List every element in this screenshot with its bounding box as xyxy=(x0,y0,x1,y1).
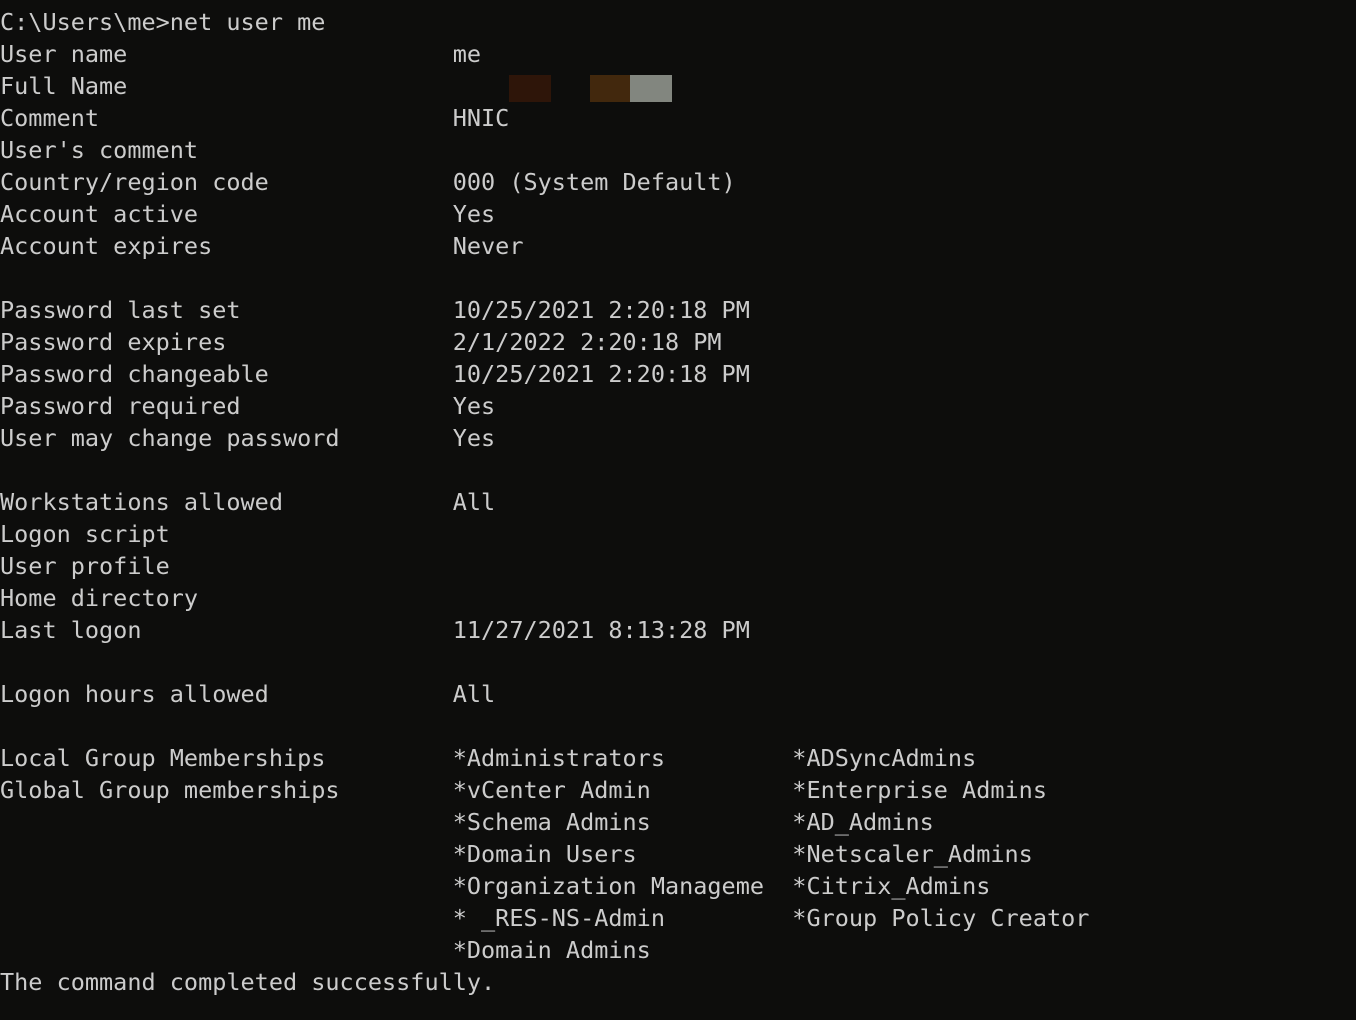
field-workstations-allowed: Workstations allowed All xyxy=(0,488,496,516)
field-user-may-change-password: User may change password Yes xyxy=(0,424,496,452)
field-full-name-row: Full Name xyxy=(0,70,1356,102)
field-comment: Comment HNIC xyxy=(0,104,510,132)
field-password-required: Password required Yes xyxy=(0,392,496,420)
command-prompt-window[interactable]: C:\Users\me>net user me User name me Ful… xyxy=(0,0,1356,1020)
field-users-comment: User's comment xyxy=(0,136,199,164)
membership-row: *Schema Admins *AD_Admins xyxy=(0,808,934,836)
redaction-block-3 xyxy=(630,75,672,102)
field-password-changeable: Password changeable 10/25/2021 2:20:18 P… xyxy=(0,360,750,388)
field-full-name: Full Name xyxy=(0,72,128,100)
field-country-region-code: Country/region code 000 (System Default) xyxy=(0,168,736,196)
field-account-active: Account active Yes xyxy=(0,200,496,228)
membership-row: *Organization Manageme *Citrix_Admins xyxy=(0,872,991,900)
terminal-output: C:\Users\me>net user me User name me Ful… xyxy=(0,6,1356,998)
field-password-expires: Password expires 2/1/2022 2:20:18 PM xyxy=(0,328,722,356)
field-account-expires: Account expires Never xyxy=(0,232,524,260)
redaction-block-2 xyxy=(590,75,630,102)
membership-row-global: Global Group memberships *vCenter Admin … xyxy=(0,776,1047,804)
field-user-profile: User profile xyxy=(0,552,170,580)
membership-row: * _RES-NS-Admin *Group Policy Creator xyxy=(0,904,1090,932)
status-line: The command completed successfully. xyxy=(0,968,496,996)
field-user-name: User name me xyxy=(0,40,482,68)
field-home-directory: Home directory xyxy=(0,584,199,612)
field-last-logon: Last logon 11/27/2021 8:13:28 PM xyxy=(0,616,750,644)
membership-row: *Domain Users *Netscaler_Admins xyxy=(0,840,1033,868)
membership-row-local: Local Group Memberships *Administrators … xyxy=(0,744,977,772)
redaction-block-1 xyxy=(509,75,551,102)
field-password-last-set: Password last set 10/25/2021 2:20:18 PM xyxy=(0,296,750,324)
prompt-line: C:\Users\me>net user me xyxy=(0,8,326,36)
field-logon-hours-allowed: Logon hours allowed All xyxy=(0,680,496,708)
field-logon-script: Logon script xyxy=(0,520,170,548)
membership-row: *Domain Admins xyxy=(0,936,651,964)
